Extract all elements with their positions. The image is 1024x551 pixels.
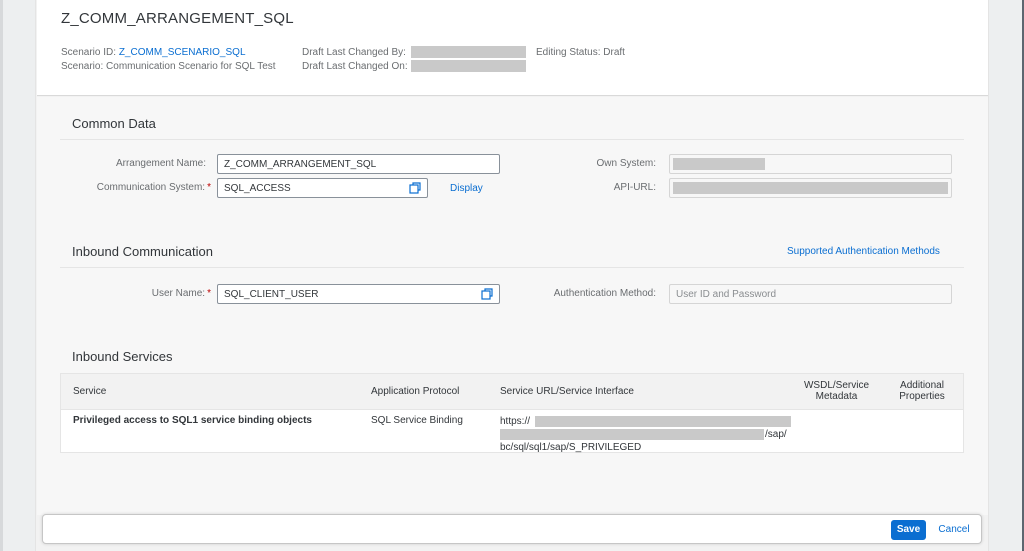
required-marker: * [207, 288, 211, 299]
user-name-input[interactable]: SQL_CLIENT_USER [217, 284, 500, 304]
url-suffix: bc/sql/sql1/sap/S_PRIVILEGED [500, 442, 642, 453]
user-name-label: User Name: * [151, 288, 211, 299]
draft-changed-by-label: Draft Last Changed By: [302, 47, 406, 58]
additional-header-line1: Additional [900, 380, 944, 391]
wsdl-header-line2: Metadata [815, 391, 858, 402]
common-data-title: Common Data [72, 116, 156, 131]
url-line-1: https:// [500, 415, 800, 428]
inbound-communication-divider [60, 267, 964, 268]
arrangement-name-label: Arrangement Name: [115, 158, 206, 169]
right-background-panel [988, 0, 1024, 551]
scenario-id-label: Scenario ID: [61, 47, 117, 58]
auth-method-placeholder: User ID and Password [676, 289, 777, 300]
scenario-row: Scenario: Communication Scenario for SQL… [61, 61, 276, 72]
draft-changed-on-label: Draft Last Changed On: [302, 61, 408, 72]
column-header-additional[interactable]: Additional Properties [889, 380, 955, 402]
editing-status-row: Editing Status: Draft [536, 47, 625, 58]
editing-status-value: Draft [603, 47, 625, 58]
object-page-content: Common Data Arrangement Name: Z_COMM_ARR… [37, 97, 988, 515]
display-link[interactable]: Display [450, 183, 483, 194]
auth-method-label: Authentication Method: [553, 288, 656, 299]
scenario-value: Communication Scenario for SQL Test [106, 61, 276, 72]
user-name-value: SQL_CLIENT_USER [224, 289, 319, 300]
column-header-protocol[interactable]: Application Protocol [371, 386, 459, 397]
value-help-icon[interactable] [481, 288, 493, 300]
inbound-communication-title: Inbound Communication [72, 244, 213, 259]
editing-status-label: Editing Status: [536, 47, 601, 58]
cancel-button[interactable]: Cancel [934, 520, 974, 540]
api-url-label: API-URL: [613, 182, 656, 193]
table-row[interactable]: Privileged access to SQL1 service bindin… [61, 410, 963, 454]
left-edge-strip [0, 0, 3, 551]
row-service-url: https:// /sap/ bc/sql/sql1/sap/S_PRIVILE… [500, 415, 800, 454]
redacted-url-host [535, 416, 791, 427]
column-header-wsdl[interactable]: WSDL/Service Metadata [799, 380, 874, 402]
redacted-api-url [673, 182, 948, 194]
communication-system-input[interactable]: SQL_ACCESS [217, 178, 428, 198]
required-marker: * [207, 182, 211, 193]
additional-header-line2: Properties [899, 391, 945, 402]
redacted-changed-by [411, 46, 526, 58]
supported-auth-methods-link[interactable]: Supported Authentication Methods [787, 246, 940, 257]
left-background-panel [0, 0, 36, 551]
object-page-header: Z_COMM_ARRANGEMENT_SQL Scenario ID: Z_CO… [37, 0, 988, 96]
communication-system-label: Communication System: * [96, 182, 211, 193]
arrangement-name-input[interactable]: Z_COMM_ARRANGEMENT_SQL [217, 154, 500, 174]
url-prefix: https:// [500, 416, 531, 427]
own-system-label: Own System: [596, 158, 656, 169]
url-line-2: /sap/ [500, 428, 800, 441]
api-url-field [669, 178, 952, 198]
own-system-field [669, 154, 952, 174]
row-service: Privileged access to SQL1 service bindin… [73, 415, 312, 426]
column-header-service[interactable]: Service [73, 386, 106, 397]
scenario-id-link[interactable]: Z_COMM_SCENARIO_SQL [119, 47, 246, 58]
common-data-divider [60, 139, 964, 140]
inbound-services-table: Service Application Protocol Service URL… [60, 373, 964, 453]
redacted-url-path [500, 429, 764, 440]
scenario-label: Scenario: [61, 61, 104, 72]
column-header-url[interactable]: Service URL/Service Interface [500, 386, 634, 397]
redacted-own-system [673, 158, 765, 170]
communication-system-value: SQL_ACCESS [224, 183, 291, 194]
auth-method-field: User ID and Password [669, 284, 952, 304]
scenario-id-row: Scenario ID: Z_COMM_SCENARIO_SQL [61, 47, 246, 58]
save-button[interactable]: Save [891, 520, 926, 540]
url-mid: /sap/ [765, 429, 787, 440]
value-help-icon[interactable] [409, 182, 421, 194]
inbound-services-title: Inbound Services [72, 349, 173, 364]
footer-toolbar: Save Cancel [42, 514, 982, 544]
row-protocol: SQL Service Binding [371, 415, 463, 426]
redacted-changed-on [411, 60, 526, 72]
wsdl-header-line1: WSDL/Service [803, 380, 869, 391]
page-title: Z_COMM_ARRANGEMENT_SQL [61, 10, 294, 27]
table-header: Service Application Protocol Service URL… [61, 374, 963, 410]
